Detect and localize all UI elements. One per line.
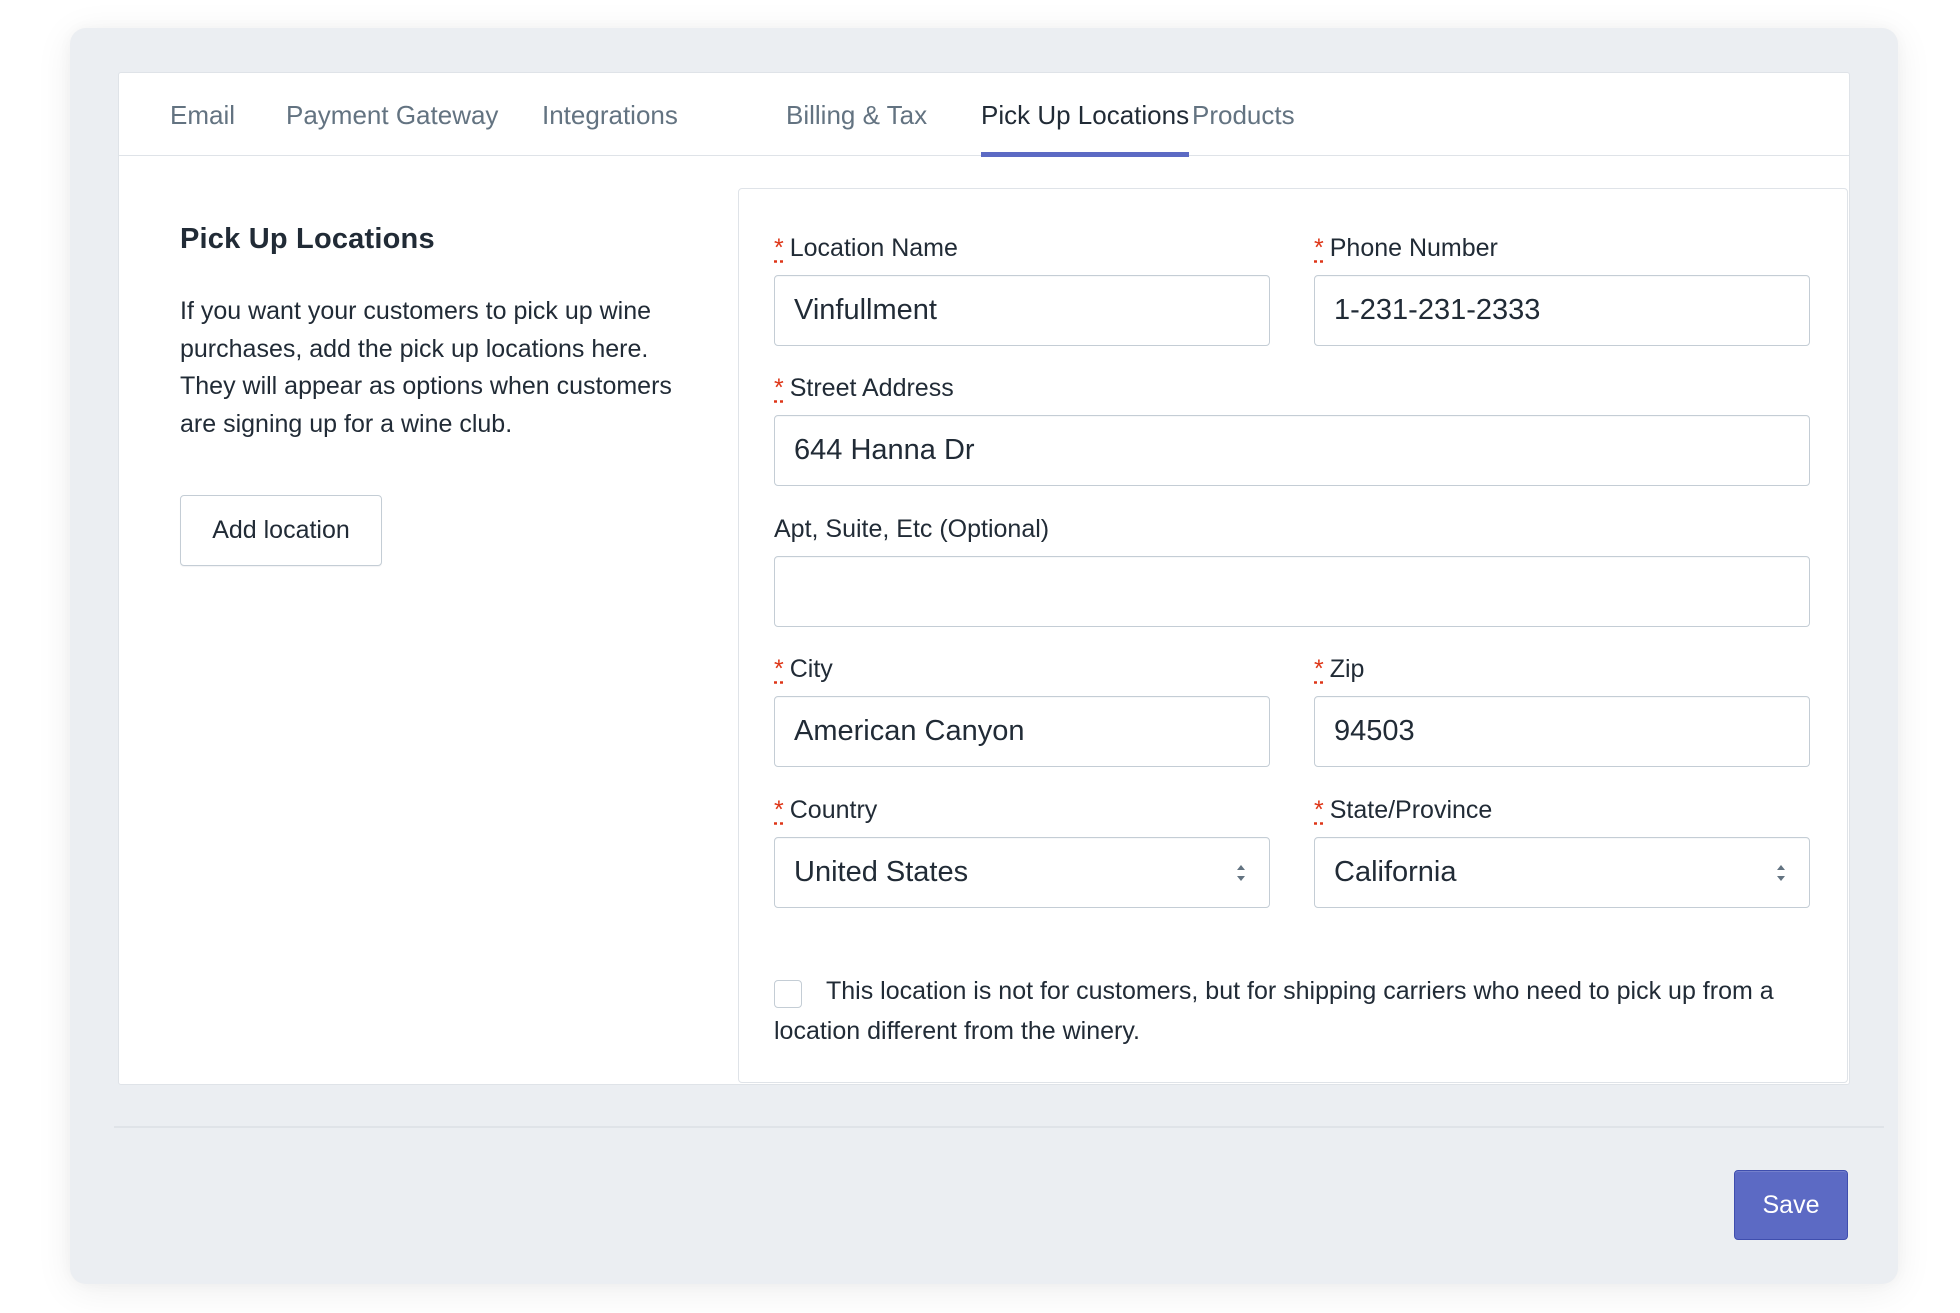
state-label-text: State/Province [1329,796,1493,824]
city-label-text: City [789,655,833,683]
street-address-field: * Street Address 644 Hanna Dr [774,372,1810,486]
select-arrows-icon [1237,865,1245,881]
tab-billing-tax[interactable]: Billing & Tax [786,73,927,156]
apt-field: Apt, Suite, Etc (Optional) [774,513,1810,627]
section-description: If you want your customers to pick up wi… [180,297,672,438]
footer-divider [114,1126,1884,1128]
section-title: Pick Up Locations [180,223,435,255]
street-address-label: * Street Address [774,372,1810,404]
required-marker: * [774,796,784,824]
carrier-checkbox-label: This location is not for customers, but … [774,977,1774,1045]
zip-input[interactable]: 94503 [1314,696,1810,767]
location-name-field: * Location Name Vinfullment [774,232,1270,346]
country-label: * Country [774,794,1270,826]
state-label: * State/Province [1314,794,1810,826]
location-name-input[interactable]: Vinfullment [774,275,1270,346]
required-marker: * [774,374,784,402]
required-marker: * [774,655,784,683]
apt-input[interactable] [774,556,1810,627]
city-label: * City [774,653,1270,685]
street-address-label-text: Street Address [789,374,954,402]
required-marker: * [774,234,784,262]
tab-pick-up-locations[interactable]: Pick Up Locations [981,73,1190,157]
state-select[interactable]: California [1314,837,1810,908]
country-field: * Country United States [774,794,1270,908]
country-label-text: Country [789,796,878,824]
carrier-checkbox[interactable] [774,980,802,1008]
required-marker: * [1314,796,1324,824]
save-button[interactable]: Save [1734,1170,1848,1240]
phone-number-input[interactable]: 1-231-231-2333 [1314,275,1810,346]
zip-field: * Zip 94503 [1314,653,1810,767]
zip-label: * Zip [1314,653,1810,685]
select-arrows-icon [1777,865,1785,881]
settings-card: Email Payment Gateway Integrations Billi… [118,72,1850,1085]
location-name-label: * Location Name [774,232,1270,264]
country-select[interactable]: United States [774,837,1270,908]
tab-products[interactable]: Products [1192,73,1295,156]
city-input[interactable]: American Canyon [774,696,1270,767]
phone-number-label: * Phone Number [1314,232,1810,264]
tab-integrations[interactable]: Integrations [542,73,678,156]
tab-payment-gateway[interactable]: Payment Gateway [286,73,498,156]
settings-tabs: Email Payment Gateway Integrations Billi… [119,73,1849,157]
location-name-label-text: Location Name [789,234,958,262]
zip-label-text: Zip [1329,655,1365,683]
country-select-value: United States [794,856,969,888]
location-form: * Location Name Vinfullment * Phone Number… [738,188,1848,1083]
phone-number-field: * Phone Number 1-231-231-2333 [1314,232,1810,346]
state-select-value: California [1334,856,1457,888]
section-info: Pick Up Locations If you want your custo… [180,223,680,443]
city-field: * City American Canyon [774,653,1270,767]
add-location-button[interactable]: Add location [180,495,382,566]
street-address-input[interactable]: 644 Hanna Dr [774,415,1810,486]
required-marker: * [1314,655,1324,683]
phone-number-label-text: Phone Number [1329,234,1498,262]
required-marker: * [1314,234,1324,262]
apt-label: Apt, Suite, Etc (Optional) [774,515,1050,543]
settings-window: Email Payment Gateway Integrations Billi… [70,28,1898,1284]
state-field: * State/Province California [1314,794,1810,908]
tab-email[interactable]: Email [170,73,235,156]
